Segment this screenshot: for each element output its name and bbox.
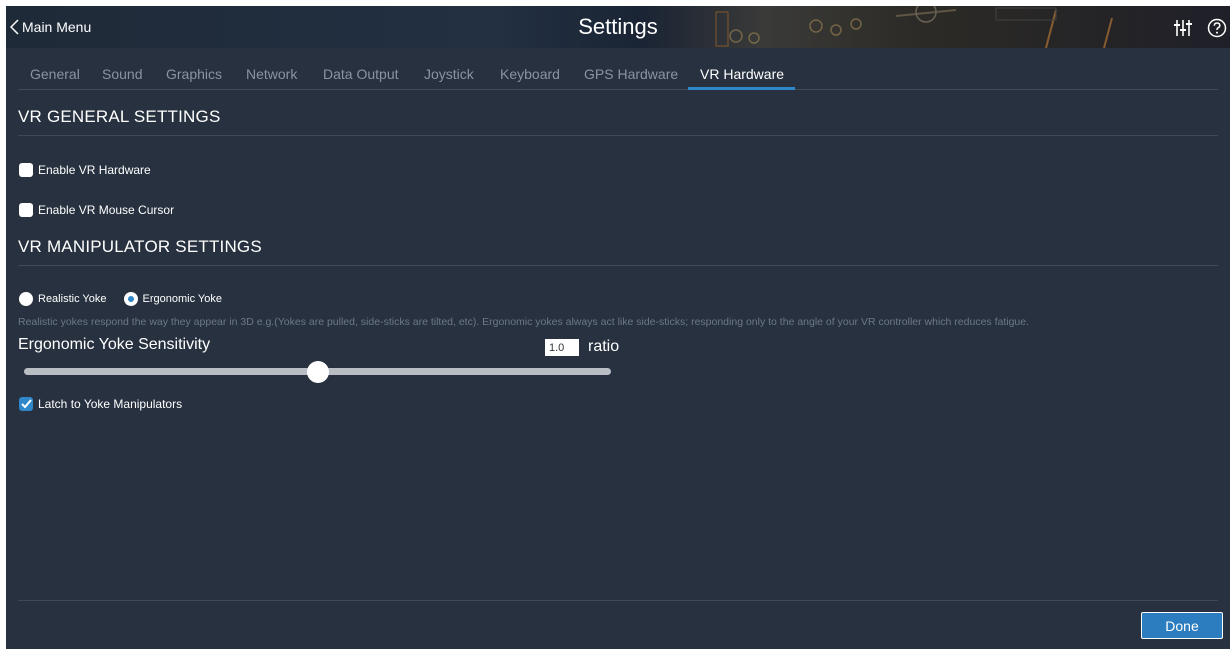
checkmark-icon — [20, 399, 32, 409]
sliders-icon[interactable] — [1174, 18, 1192, 43]
tab-graphics[interactable]: Graphics — [166, 66, 222, 82]
radio-circle — [19, 292, 33, 306]
tab-sound[interactable]: Sound — [102, 66, 142, 82]
section-divider — [18, 265, 1218, 266]
help-icon[interactable] — [1207, 18, 1227, 43]
active-tab-indicator — [688, 87, 795, 90]
footer-divider — [18, 600, 1218, 601]
latch-to-yoke-label: Latch to Yoke Manipulators — [38, 397, 183, 411]
realistic-yoke-radio[interactable]: Realistic Yoke — [19, 292, 107, 306]
settings-tabs: General Sound Graphics Network Data Outp… — [18, 48, 1218, 90]
yoke-mode-description: Realistic yokes respond the way they app… — [18, 316, 1030, 328]
main-menu-label: Main Menu — [22, 19, 92, 35]
ergonomic-yoke-label: Ergonomic Yoke — [142, 293, 223, 305]
section-divider — [18, 135, 1218, 136]
tab-gps-hardware[interactable]: GPS Hardware — [584, 66, 678, 82]
title-bar: Main Menu Settings — [6, 6, 1230, 48]
slider-thumb[interactable] — [306, 361, 329, 383]
main-menu-button[interactable]: Main Menu — [10, 16, 91, 38]
ergonomic-yoke-radio[interactable]: Ergonomic Yoke — [123, 292, 223, 306]
back-chevron-icon — [10, 19, 19, 35]
sensitivity-value-input[interactable] — [545, 339, 579, 356]
realistic-yoke-label: Realistic Yoke — [38, 293, 107, 305]
radio-circle-selected — [123, 292, 138, 306]
cockpit-background-image — [715, 6, 1113, 48]
enable-vr-mouse-cursor-label: Enable VR Mouse Cursor — [38, 203, 175, 217]
done-button[interactable]: Done — [1141, 612, 1223, 639]
checkbox-box — [19, 163, 33, 177]
checkbox-box-checked — [19, 397, 33, 411]
tab-general[interactable]: General — [30, 66, 80, 82]
sensitivity-slider[interactable] — [24, 361, 611, 383]
vr-general-settings-heading: VR GENERAL SETTINGS — [18, 107, 221, 126]
sensitivity-label: Ergonomic Yoke Sensitivity — [18, 336, 211, 353]
tab-vr-hardware[interactable]: VR Hardware — [700, 66, 784, 82]
tab-network[interactable]: Network — [246, 66, 297, 82]
yoke-mode-radio-group: Realistic Yoke Ergonomic Yoke — [19, 292, 239, 306]
sensitivity-unit-label: ratio — [588, 338, 620, 355]
tab-joystick[interactable]: Joystick — [424, 66, 474, 82]
enable-vr-mouse-cursor-checkbox[interactable]: Enable VR Mouse Cursor — [19, 203, 174, 217]
enable-vr-hardware-label: Enable VR Hardware — [38, 163, 151, 177]
checkbox-box — [19, 203, 33, 217]
vr-manipulator-settings-heading: VR MANIPULATOR SETTINGS — [18, 237, 262, 256]
tab-keyboard[interactable]: Keyboard — [500, 66, 560, 82]
settings-window: Main Menu Settings General Sound Graphic… — [6, 6, 1230, 649]
tab-data-output[interactable]: Data Output — [323, 66, 399, 82]
latch-to-yoke-checkbox[interactable]: Latch to Yoke Manipulators — [19, 397, 182, 411]
enable-vr-hardware-checkbox[interactable]: Enable VR Hardware — [19, 163, 151, 177]
radio-selected-dot — [127, 296, 134, 302]
